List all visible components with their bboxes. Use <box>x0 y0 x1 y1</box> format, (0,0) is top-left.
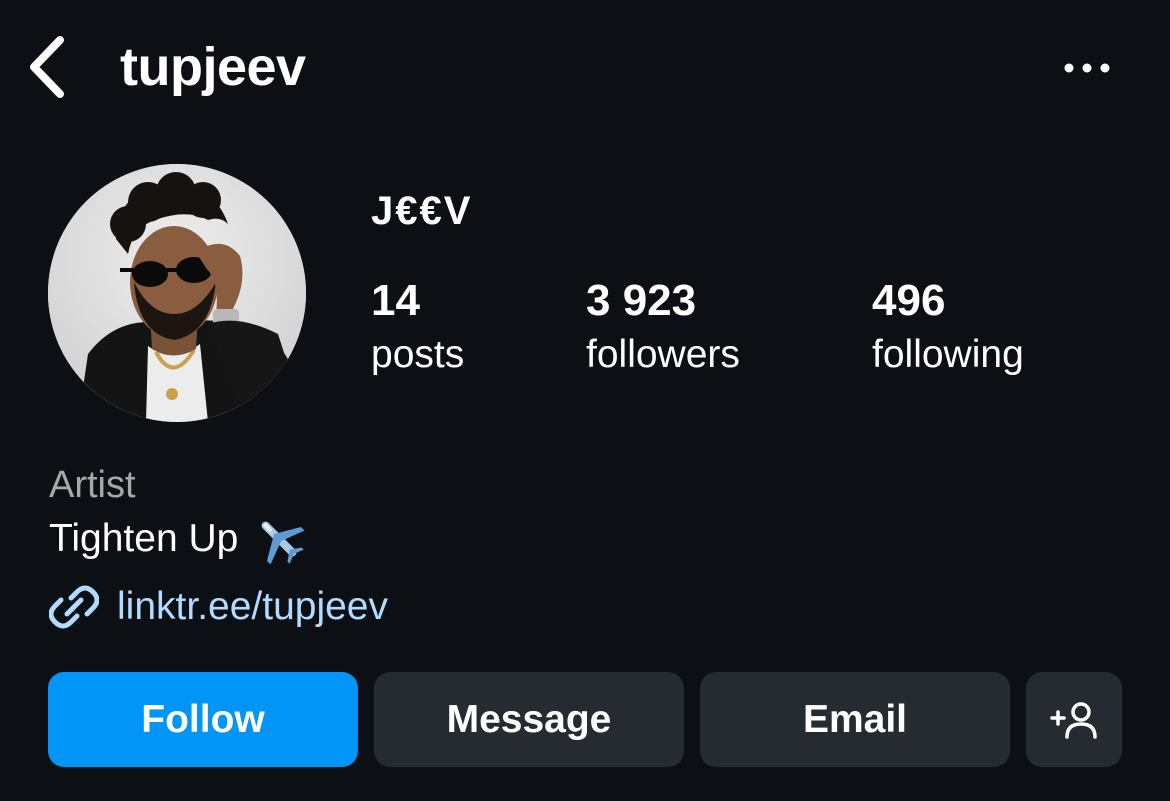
suggested-users-button[interactable] <box>1026 672 1122 767</box>
posts-count: 14 <box>371 276 420 325</box>
add-user-icon <box>1050 701 1097 739</box>
posts-label: posts <box>371 333 465 376</box>
follow-button[interactable]: Follow <box>48 672 358 767</box>
followers-count: 3 923 <box>586 276 697 325</box>
avatar-photo <box>48 164 306 422</box>
posts-stat[interactable]: 14 posts <box>371 276 464 380</box>
chevron-left-icon <box>30 36 64 98</box>
profile-avatar[interactable] <box>48 164 306 422</box>
ellipsis-icon <box>1064 63 1110 73</box>
airplane-emoji <box>261 521 305 564</box>
bio-text: Tighten Up <box>49 517 239 560</box>
following-count: 496 <box>872 276 946 325</box>
link-icon <box>49 585 99 629</box>
followers-label: followers <box>586 333 740 376</box>
following-label: following <box>872 333 1024 376</box>
followers-stat[interactable]: 3 923 followers <box>586 276 740 380</box>
back-button[interactable] <box>22 34 72 100</box>
more-options-button[interactable] <box>1058 50 1116 86</box>
following-stat[interactable]: 496 following <box>872 276 1024 380</box>
profile-username: tupjeev <box>120 37 306 97</box>
email-button[interactable]: Email <box>700 672 1010 767</box>
profile-category: Artist <box>49 464 136 506</box>
display-name: J€€V <box>371 189 473 233</box>
profile-link-text[interactable]: linktr.ee/tupjeev <box>117 583 388 631</box>
message-button[interactable]: Message <box>374 672 684 767</box>
profile-page: tupjeev J€€V 14 posts 3 923 followers 49… <box>0 0 1170 801</box>
profile-link[interactable]: linktr.ee/tupjeev <box>49 582 388 632</box>
profile-bio: Tighten Up <box>49 514 306 564</box>
